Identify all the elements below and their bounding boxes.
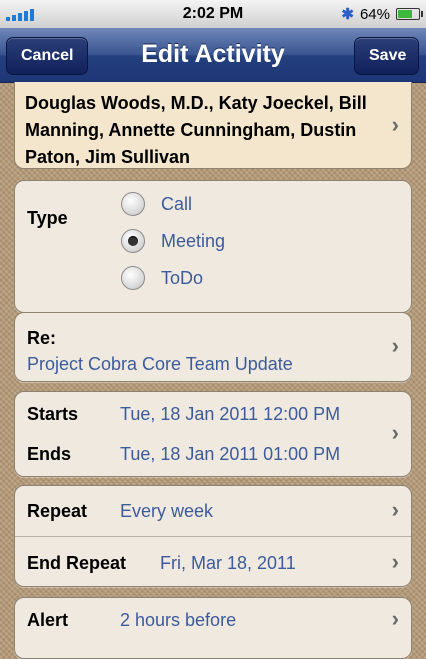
- contacts-cell[interactable]: Douglas Woods, M.D., Katy Joeckel, Bill …: [14, 82, 412, 169]
- ends-label: Ends: [27, 444, 72, 464]
- battery-percent: 64%: [359, 5, 390, 23]
- ends-value: Tue, 18 Jan 2011 01:00 PM: [120, 444, 341, 464]
- starts-value: Tue, 18 Jan 2011 12:00 PM: [120, 404, 341, 424]
- chevron-right-icon: ›: [391, 112, 399, 137]
- chevron-right-icon: ›: [391, 549, 399, 574]
- save-button[interactable]: Save: [354, 37, 419, 75]
- radio-selected-icon: [121, 229, 145, 253]
- chevron-right-icon: ›: [391, 333, 399, 358]
- end-repeat-label: End Repeat: [27, 553, 127, 573]
- alert-value: 2 hours before: [120, 610, 237, 630]
- end-repeat-row[interactable]: End Repeat Fri, Mar 18, 2011 ›: [15, 537, 411, 586]
- repeat-group: Repeat Every week › End Repeat Fri, Mar …: [14, 485, 412, 587]
- starts-label: Starts: [27, 404, 79, 424]
- alert-cell[interactable]: Alert 2 hours before ›: [14, 597, 412, 659]
- signal-strength-icon: [6, 8, 34, 21]
- navigation-bar: Cancel Edit Activity Save: [0, 28, 426, 83]
- bluetooth-icon: ✱: [341, 6, 354, 23]
- repeat-value: Every week: [120, 501, 214, 521]
- repeat-label: Repeat: [27, 501, 88, 521]
- schedule-cell[interactable]: Starts Tue, 18 Jan 2011 12:00 PM Ends Tu…: [14, 391, 412, 477]
- contacts-list: Douglas Woods, M.D., Katy Joeckel, Bill …: [25, 93, 367, 167]
- regarding-label: Re:: [27, 328, 57, 348]
- alert-label: Alert: [27, 610, 69, 630]
- radio-icon: [121, 192, 145, 216]
- regarding-cell[interactable]: Re: Project Cobra Core Team Update ›: [14, 312, 412, 382]
- chevron-right-icon: ›: [391, 606, 399, 631]
- type-group: Type Call Meeting ToDo: [14, 180, 412, 313]
- regarding-value: Project Cobra Core Team Update: [27, 354, 293, 374]
- radio-icon: [121, 266, 145, 290]
- type-option-todo[interactable]: ToDo: [121, 263, 203, 293]
- chevron-right-icon: ›: [391, 420, 399, 445]
- status-bar: 2:02 PM ✱ 64%: [0, 0, 426, 29]
- type-label: Type: [27, 208, 68, 228]
- end-repeat-value: Fri, Mar 18, 2011: [160, 553, 296, 573]
- type-option-call[interactable]: Call: [121, 189, 192, 219]
- status-time: 2:02 PM: [182, 5, 244, 22]
- chevron-right-icon: ›: [391, 497, 399, 522]
- battery-icon: [396, 8, 423, 20]
- type-option-meeting[interactable]: Meeting: [121, 226, 225, 256]
- repeat-row[interactable]: Repeat Every week ›: [15, 486, 411, 536]
